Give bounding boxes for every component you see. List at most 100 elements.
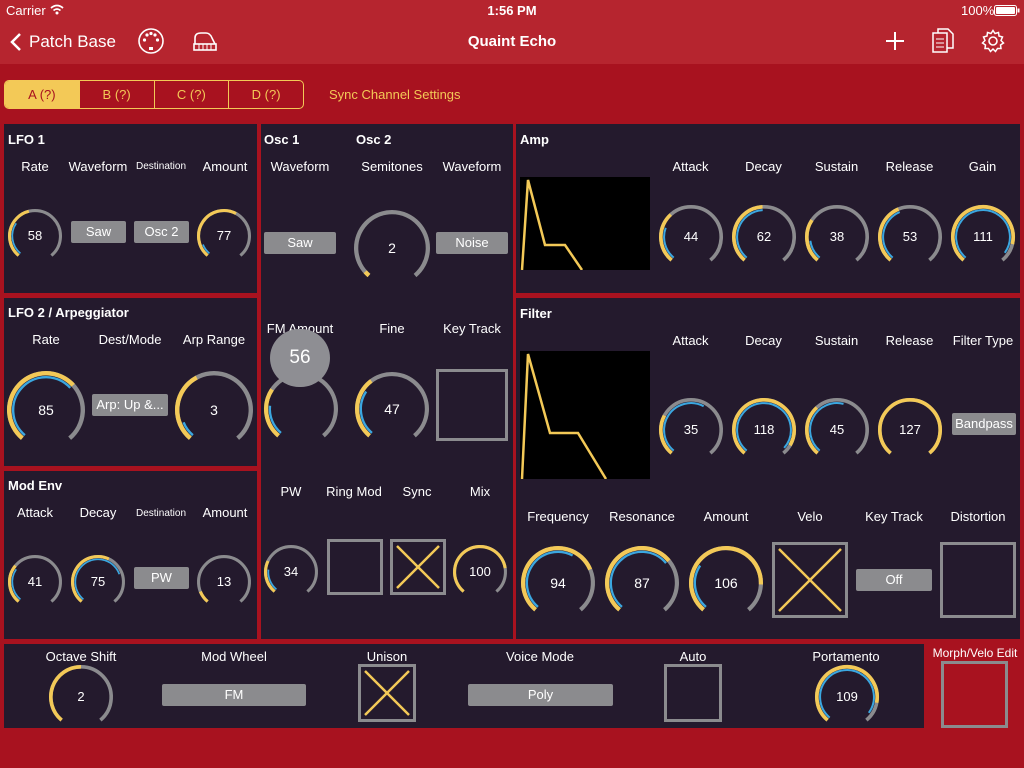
modenv-title: Mod Env [8,478,63,493]
modenv-decay-knob[interactable]: 75 [70,554,126,610]
octave-shift-knob[interactable]: 2 [48,664,114,730]
filter-amount-label: Amount [703,509,749,524]
tab-d[interactable]: D (?) [229,81,303,108]
amp-sustain-label: Sustain [814,159,859,174]
osc-ring-mod-toggle[interactable] [327,539,383,595]
osc1-waveform-label: Waveform [270,159,330,174]
modenv-destination-button[interactable]: PW [134,567,189,589]
knob-value-text: 77 [216,228,232,243]
knob-value-text: 2 [77,689,85,704]
knob-value-text: 106 [714,575,738,591]
tab-a[interactable]: A (?) [5,81,80,108]
amp-release-knob[interactable]: 53 [877,204,943,270]
osc-key-track-toggle[interactable] [436,369,508,441]
lfo2-dest-mode-button[interactable]: Arp: Up &... [92,394,168,416]
auto-toggle[interactable] [664,664,722,722]
lfo2-arp-range-knob[interactable]: 3 [174,370,254,450]
filter-distortion-label: Distortion [950,509,1006,524]
filter-type-button[interactable]: Bandpass [952,413,1016,435]
knob-value-text: 34 [283,564,299,579]
knob-value-text: 87 [634,575,650,591]
osc-sync-label: Sync [402,484,432,499]
voice-mode-button[interactable]: Poly [468,684,613,706]
filter-resonance-knob[interactable]: 87 [604,545,680,621]
lfo1-destination-label: Destination [135,161,187,172]
filter-attack-knob[interactable]: 35 [658,397,724,463]
filter-decay-knob[interactable]: 118 [731,397,797,463]
knob-value-text: 44 [683,229,699,244]
lfo1-destination-button[interactable]: Osc 2 [134,221,189,243]
mod-wheel-button[interactable]: FM [162,684,306,706]
amp-gain-knob[interactable]: 111 [950,204,1016,270]
mod-wheel-label: Mod Wheel [201,649,267,664]
filter-velo-toggle[interactable] [772,542,848,618]
knob-value-text: 62 [756,229,772,244]
filter-amount-knob[interactable]: 106 [688,545,764,621]
osc2-waveform-button[interactable]: Noise [436,232,508,254]
x-mark-icon [364,670,410,716]
knob-value-text: 75 [90,574,106,589]
filter-release-knob[interactable]: 127 [877,397,943,463]
osc-pw-knob[interactable]: 34 [263,544,319,600]
osc-semitones-label: Semitones [361,159,423,174]
lfo2-rate-knob[interactable]: 85 [6,370,86,450]
filter-title: Filter [520,306,552,321]
osc-semitones-knob[interactable]: 2 [353,209,431,287]
octave-shift-label: Octave Shift [45,649,117,664]
knob-value-text: 41 [27,574,43,589]
knob-value-text: 13 [216,574,232,589]
filter-attack-label: Attack [672,333,709,348]
amp-decay-knob[interactable]: 62 [731,204,797,270]
knob-value-text: 47 [384,401,400,417]
filter-frequency-knob[interactable]: 94 [520,545,596,621]
plus-icon[interactable] [884,30,906,52]
lfo2-arp-range-label: Arp Range [182,332,246,347]
lfo1-rate-knob[interactable]: 58 [7,208,63,264]
tab-c[interactable]: C (?) [155,81,230,108]
amp-title: Amp [520,132,549,147]
amp-gain-label: Gain [968,159,997,174]
amp-envelope-graph[interactable] [520,177,650,270]
lfo2-title: LFO 2 / Arpeggiator [8,305,129,320]
sync-channel-settings-link[interactable]: Sync Channel Settings [329,87,461,102]
filter-key-track-label: Key Track [865,509,923,524]
modenv-amount-knob[interactable]: 13 [196,554,252,610]
lfo1-rate-label: Rate [21,159,49,174]
morph-velo-edit-toggle[interactable] [941,661,1008,728]
filter-key-track-button[interactable]: Off [856,569,932,591]
morph-velo-edit-label: Morph/Velo Edit [932,646,1018,660]
tab-b[interactable]: B (?) [80,81,155,108]
gear-icon[interactable] [981,29,1005,53]
lfo2-rate-label: Rate [32,332,60,347]
lfo1-amount-knob[interactable]: 77 [196,208,252,264]
unison-toggle[interactable] [358,664,416,722]
lfo1-waveform-button[interactable]: Saw [71,221,126,243]
filter-frequency-label: Frequency [527,509,589,524]
osc-mix-knob[interactable]: 100 [452,544,508,600]
filter-envelope-graph[interactable] [520,351,650,479]
modenv-attack-knob[interactable]: 41 [7,554,63,610]
osc1-waveform-button[interactable]: Saw [264,232,336,254]
knob-value-text: 85 [38,402,54,418]
knob-value-text: 45 [829,422,845,437]
modenv-attack-label: Attack [16,505,54,520]
part-tabs: A (?) B (?) C (?) D (?) [4,80,304,109]
unison-label: Unison [366,649,408,664]
portamento-knob[interactable]: 109 [814,664,880,730]
knob-value-text: 100 [469,564,491,579]
status-time: 1:56 PM [487,3,537,18]
osc-sync-toggle[interactable] [390,539,446,595]
patch-title[interactable]: Quaint Echo [0,33,1024,50]
amp-attack-knob[interactable]: 44 [658,204,724,270]
copy-document-icon[interactable] [931,28,955,54]
filter-distortion-toggle[interactable] [940,542,1016,618]
amp-attack-label: Attack [672,159,709,174]
amp-sustain-knob[interactable]: 38 [804,204,870,270]
osc-fine-knob[interactable]: 47 [354,371,430,447]
battery-icon [994,5,1020,16]
modenv-destination-label: Destination [135,508,187,519]
filter-resonance-label: Resonance [609,509,675,524]
osc-key-track-label: Key Track [443,321,501,336]
x-mark-icon [778,548,842,612]
filter-sustain-knob[interactable]: 45 [804,397,870,463]
